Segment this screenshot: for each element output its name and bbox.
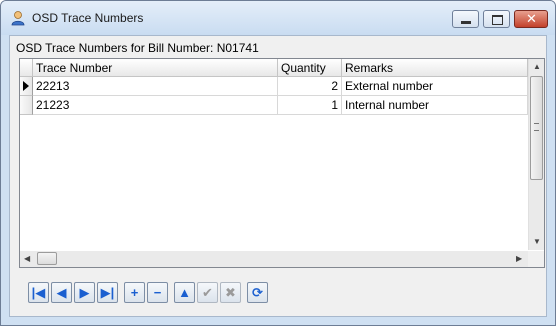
grip-icon bbox=[534, 123, 539, 131]
cancel-icon: ✖ bbox=[225, 285, 236, 300]
grid-caption: OSD Trace Numbers for Bill Number: N0174… bbox=[16, 41, 259, 55]
first-record-button[interactable]: |◀ bbox=[28, 282, 49, 303]
next-record-icon: ▶ bbox=[79, 285, 90, 300]
next-record-button[interactable]: ▶ bbox=[74, 282, 95, 303]
first-record-icon: |◀ bbox=[31, 285, 46, 300]
refresh-button[interactable]: ⟳ bbox=[247, 282, 268, 303]
column-header-trace-number[interactable]: Trace Number bbox=[33, 59, 278, 77]
minimize-button[interactable] bbox=[452, 10, 479, 28]
edit-icon: ▲ bbox=[178, 285, 191, 300]
minimize-icon bbox=[461, 21, 471, 24]
window-title: OSD Trace Numbers bbox=[32, 11, 144, 25]
scrollbar-corner bbox=[528, 251, 544, 267]
scroll-left-icon[interactable]: ◀ bbox=[24, 254, 30, 263]
maximize-icon bbox=[492, 15, 503, 25]
cell-trace-number[interactable]: 21223 bbox=[33, 96, 278, 115]
cancel-edit-button[interactable]: ✖ bbox=[220, 282, 241, 303]
post-edit-button[interactable]: ✔ bbox=[197, 282, 218, 303]
insert-record-button[interactable]: + bbox=[124, 282, 145, 303]
horizontal-scroll-thumb[interactable] bbox=[37, 252, 57, 265]
last-record-button[interactable]: ▶| bbox=[97, 282, 118, 303]
last-record-icon: ▶| bbox=[100, 285, 115, 300]
table-row[interactable]: 21223 1 Internal number bbox=[20, 96, 528, 115]
current-row-icon bbox=[23, 81, 29, 91]
refresh-icon: ⟳ bbox=[252, 285, 263, 300]
cell-remarks[interactable]: External number bbox=[342, 77, 528, 96]
cell-trace-number[interactable]: 22213 bbox=[33, 77, 278, 96]
title-bar[interactable]: OSD Trace Numbers ✕ bbox=[1, 1, 555, 35]
cell-quantity[interactable]: 2 bbox=[278, 77, 342, 96]
prior-record-button[interactable]: ◀ bbox=[51, 282, 72, 303]
vertical-scrollbar[interactable]: ▲ ▼ bbox=[528, 59, 544, 250]
indicator-header bbox=[20, 59, 33, 77]
table-row[interactable]: 22213 2 External number bbox=[20, 77, 528, 96]
delete-record-button[interactable]: − bbox=[147, 282, 168, 303]
scroll-down-icon[interactable]: ▼ bbox=[533, 237, 541, 246]
prior-record-icon: ◀ bbox=[56, 285, 67, 300]
scroll-right-icon[interactable]: ▶ bbox=[516, 254, 522, 263]
edit-record-button[interactable]: ▲ bbox=[174, 282, 195, 303]
column-header-quantity[interactable]: Quantity bbox=[278, 59, 342, 77]
horizontal-scrollbar[interactable]: ◀ ▶ bbox=[20, 251, 528, 267]
row-indicator[interactable] bbox=[20, 77, 33, 96]
column-header-remarks[interactable]: Remarks bbox=[342, 59, 528, 77]
data-grid[interactable]: Trace Number Quantity Remarks 22213 2 Ex… bbox=[19, 58, 545, 268]
close-icon: ✕ bbox=[526, 11, 537, 26]
insert-icon: + bbox=[130, 285, 139, 300]
close-button[interactable]: ✕ bbox=[514, 10, 548, 28]
maximize-button[interactable] bbox=[483, 10, 510, 28]
vertical-scroll-thumb[interactable] bbox=[530, 76, 543, 180]
cell-remarks[interactable]: Internal number bbox=[342, 96, 528, 115]
delete-icon: − bbox=[153, 285, 162, 300]
window: OSD Trace Numbers ✕ OSD Trace Numbers fo… bbox=[0, 0, 556, 326]
row-indicator[interactable] bbox=[20, 96, 33, 115]
scroll-up-icon[interactable]: ▲ bbox=[533, 62, 541, 71]
cell-quantity[interactable]: 1 bbox=[278, 96, 342, 115]
user-icon bbox=[10, 10, 26, 26]
post-icon: ✔ bbox=[202, 285, 213, 300]
